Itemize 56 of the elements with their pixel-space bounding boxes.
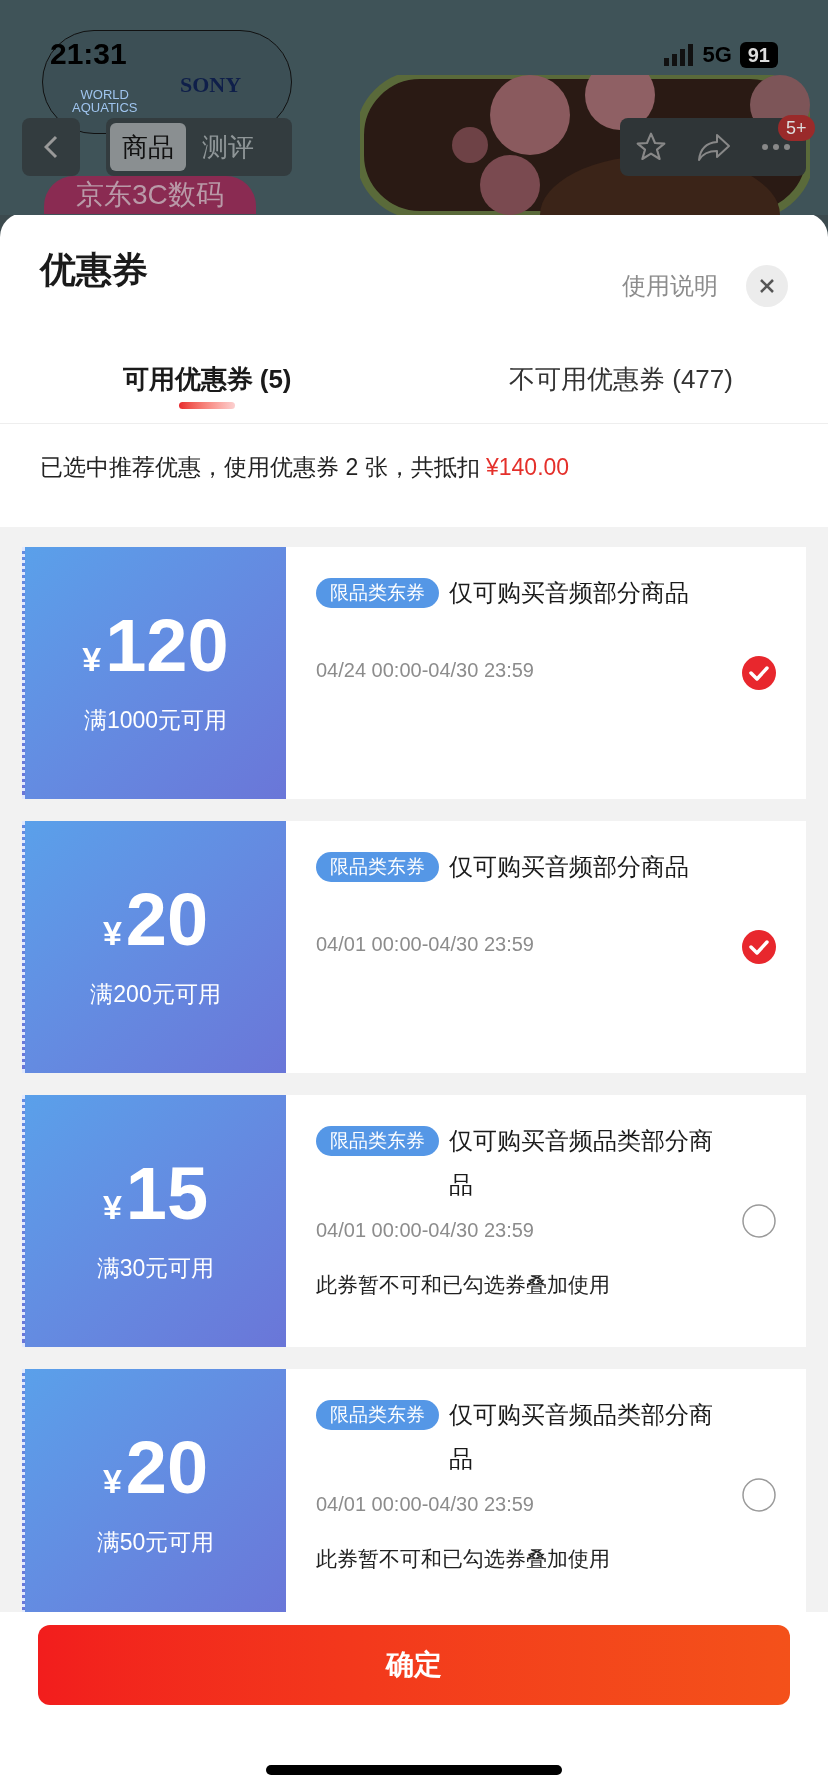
- coupon-amount: 120: [105, 608, 229, 683]
- battery-indicator: 91: [739, 41, 778, 68]
- page-tab[interactable]: 测评: [190, 123, 266, 171]
- status-time: 21:31: [50, 36, 127, 72]
- network-label: 5G: [702, 41, 732, 69]
- coupon-title: 仅可购买音频部分商品: [449, 578, 689, 608]
- coupon-card[interactable]: ¥20 满200元可用 限品类东券 仅可购买音频部分商品 04/01 00:00-04/30 23:59: [22, 821, 806, 1073]
- coupon-tab[interactable]: 可用优惠券 (5): [0, 349, 414, 409]
- coupon-validity: 04/01 00:00-04/30 23:59: [316, 1218, 535, 1243]
- coupon-note: 此券暂不可和已勾选券叠加使用: [316, 1272, 611, 1298]
- share-icon[interactable]: [697, 132, 731, 162]
- coupon-title: 仅可购买音频部分商品: [449, 852, 689, 882]
- coupon-tab[interactable]: 不可用优惠券 (477): [414, 349, 828, 409]
- coupon-condition: 满1000元可用: [83, 705, 228, 735]
- checked-icon[interactable]: [742, 930, 776, 964]
- close-icon: [759, 278, 775, 294]
- coupon-condition: 满30元可用: [96, 1253, 215, 1283]
- sheet-title: 优惠券: [40, 248, 148, 292]
- coupon-card[interactable]: ¥120 满1000元可用 限品类东券 仅可购买音频部分商品 04/24 00:00-04/30 23:59: [22, 547, 806, 799]
- page-tab[interactable]: 商品: [110, 123, 186, 171]
- banner-label: 京东3C数码: [44, 176, 256, 214]
- coupon-note: 此券暂不可和已勾选券叠加使用: [316, 1546, 611, 1572]
- more-icon[interactable]: [761, 143, 791, 151]
- star-icon[interactable]: [635, 131, 667, 163]
- coupon-tag: 限品类东券: [316, 578, 439, 608]
- logo-text: AQUATICS: [72, 101, 138, 114]
- signal-icon: [664, 43, 695, 66]
- coupon-card[interactable]: ¥15 满30元可用 限品类东券 仅可购买音频品类部分商品 04/01 00:00-04/30 23:59 此券暂不可和已勾选券叠加使用: [22, 1095, 806, 1347]
- checked-icon[interactable]: [742, 656, 776, 690]
- back-button[interactable]: [22, 118, 80, 176]
- coupon-validity: 04/01 00:00-04/30 23:59: [316, 932, 535, 957]
- coupon-condition: 满200元可用: [90, 979, 221, 1009]
- coupon-amount: 20: [125, 882, 209, 957]
- currency-symbol: ¥: [82, 638, 102, 680]
- close-button[interactable]: [746, 265, 788, 307]
- unchecked-icon[interactable]: [742, 1204, 776, 1238]
- selection-summary: 已选中推荐优惠，使用优惠券 2 张，共抵扣 ¥140.00: [40, 453, 571, 482]
- coupon-amount: 20: [125, 1430, 209, 1505]
- coupon-tag: 限品类东券: [316, 1400, 439, 1430]
- currency-symbol: ¥: [102, 1186, 122, 1228]
- coupon-validity: 04/24 00:00-04/30 23:59: [316, 658, 535, 683]
- coupon-amount: 15: [125, 1156, 209, 1231]
- coupon-validity: 04/01 00:00-04/30 23:59: [316, 1492, 535, 1517]
- coupon-tag: 限品类东券: [316, 1126, 439, 1156]
- coupon-condition: 满50元可用: [96, 1527, 215, 1557]
- coupon-title: 仅可购买音频品类部分商品: [449, 1400, 714, 1474]
- logo-text: WORLD: [80, 88, 129, 101]
- chevron-left-icon: [44, 135, 58, 159]
- unchecked-icon[interactable]: [742, 1478, 776, 1512]
- coupon-title: 仅可购买音频品类部分商品: [449, 1126, 714, 1200]
- notification-badge: 5+: [778, 115, 815, 141]
- currency-symbol: ¥: [102, 1460, 122, 1502]
- coupon-card[interactable]: ¥20 满50元可用 限品类东券 仅可购买音频品类部分商品 04/01 00:00-04/30 23:59 此券暂不可和已勾选券叠加使用: [22, 1369, 806, 1612]
- confirm-button[interactable]: 确定: [38, 1625, 790, 1705]
- coupon-tag: 限品类东券: [316, 852, 439, 882]
- currency-symbol: ¥: [102, 912, 122, 954]
